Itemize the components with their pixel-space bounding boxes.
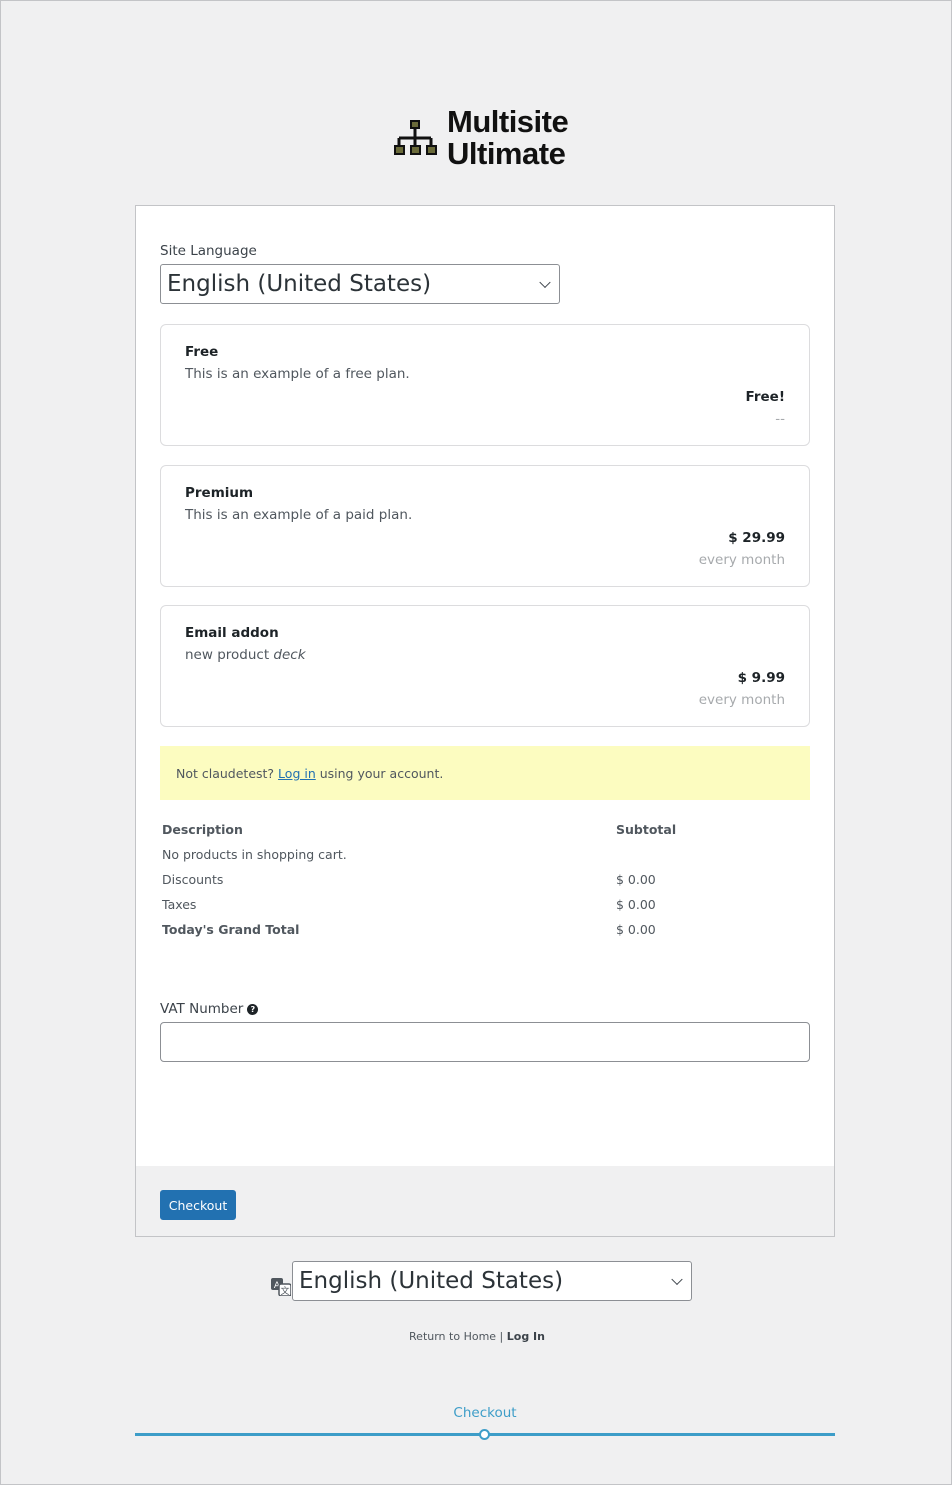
taxes-value: $ 0.00	[616, 897, 656, 912]
step-label-checkout[interactable]: Checkout	[1, 1405, 952, 1421]
plan-description: This is an example of a free plan.	[185, 366, 410, 382]
plan-name: Free	[185, 344, 219, 360]
notice-suffix: using your account.	[315, 766, 444, 781]
plan-description: This is an example of a paid plan.	[185, 507, 413, 523]
bottom-language-select[interactable]: English (United States)	[292, 1261, 692, 1301]
col-subtotal: Subtotal	[616, 822, 677, 837]
site-language-label: Site Language	[160, 243, 257, 259]
chevron-down-icon	[539, 276, 551, 289]
vat-number-input[interactable]	[160, 1022, 810, 1062]
table-row: No products in shopping cart.	[162, 846, 782, 871]
table-row: Taxes $ 0.00	[162, 896, 782, 921]
plan-description-text: new product	[185, 647, 274, 663]
taxes-label: Taxes	[162, 897, 197, 912]
table-row: Today's Grand Total $ 0.00	[162, 921, 782, 946]
plan-period: every month	[698, 552, 785, 568]
login-notice: Not claudetest? Log in using your accoun…	[160, 746, 810, 800]
login-link[interactable]: Log in	[278, 766, 316, 781]
footer-links: Return to Home | Log In	[1, 1330, 952, 1343]
grand-total-value: $ 0.00	[616, 922, 656, 937]
return-home-link[interactable]: Return to Home	[409, 1330, 496, 1343]
logo-line-1: Multisite	[447, 104, 569, 139]
plan-description-emphasis: deck	[273, 647, 306, 663]
plan-price: $ 9.99	[737, 670, 785, 686]
form-footer: Checkout	[136, 1166, 834, 1236]
discounts-label: Discounts	[162, 872, 224, 887]
cart-header-row: Description Subtotal	[162, 821, 782, 846]
checkout-form-card: Site Language English (United States) Fr…	[135, 205, 835, 1237]
network-icon	[394, 120, 437, 155]
empty-cart-message: No products in shopping cart.	[162, 847, 347, 862]
notice-prefix: Not claudetest?	[176, 766, 279, 781]
step-marker	[479, 1429, 490, 1440]
discounts-value: $ 0.00	[616, 872, 656, 887]
site-logo[interactable]: Multisite Ultimate	[393, 105, 578, 171]
plan-period: --	[775, 411, 785, 427]
link-separator: |	[496, 1330, 507, 1343]
plan-card-free[interactable]: Free This is an example of a free plan. …	[160, 324, 810, 446]
plan-name: Email addon	[185, 625, 279, 641]
plan-price: Free!	[745, 389, 786, 405]
svg-text:文: 文	[280, 1285, 289, 1296]
site-language-value: English (United States)	[167, 271, 432, 297]
plan-card-premium[interactable]: Premium This is an example of a paid pla…	[160, 465, 810, 587]
translate-icon: A 文	[271, 1278, 291, 1296]
vat-label-text: VAT Number	[160, 1001, 244, 1017]
vat-number-label: VAT Number ?	[160, 1001, 259, 1017]
site-language-select[interactable]: English (United States)	[160, 264, 560, 304]
plan-price: $ 29.99	[728, 530, 785, 546]
plan-description: new product deck	[185, 647, 306, 663]
cart-summary-table: Description Subtotal No products in shop…	[162, 821, 782, 946]
col-description: Description	[162, 822, 243, 837]
checkout-button[interactable]: Checkout	[160, 1190, 236, 1220]
plan-card-email-addon[interactable]: Email addon new product deck $ 9.99 ever…	[160, 605, 810, 727]
logo-line-2: Ultimate	[447, 136, 566, 171]
grand-total-label: Today's Grand Total	[162, 922, 300, 937]
login-link-footer[interactable]: Log In	[507, 1330, 545, 1343]
table-row: Discounts $ 0.00	[162, 871, 782, 896]
bottom-language-value: English (United States)	[299, 1268, 564, 1294]
plan-name: Premium	[185, 485, 254, 501]
chevron-down-icon	[671, 1273, 683, 1286]
help-icon[interactable]: ?	[247, 1003, 259, 1015]
plan-period: every month	[698, 692, 785, 708]
logo-text: Multisite Ultimate	[447, 104, 569, 171]
